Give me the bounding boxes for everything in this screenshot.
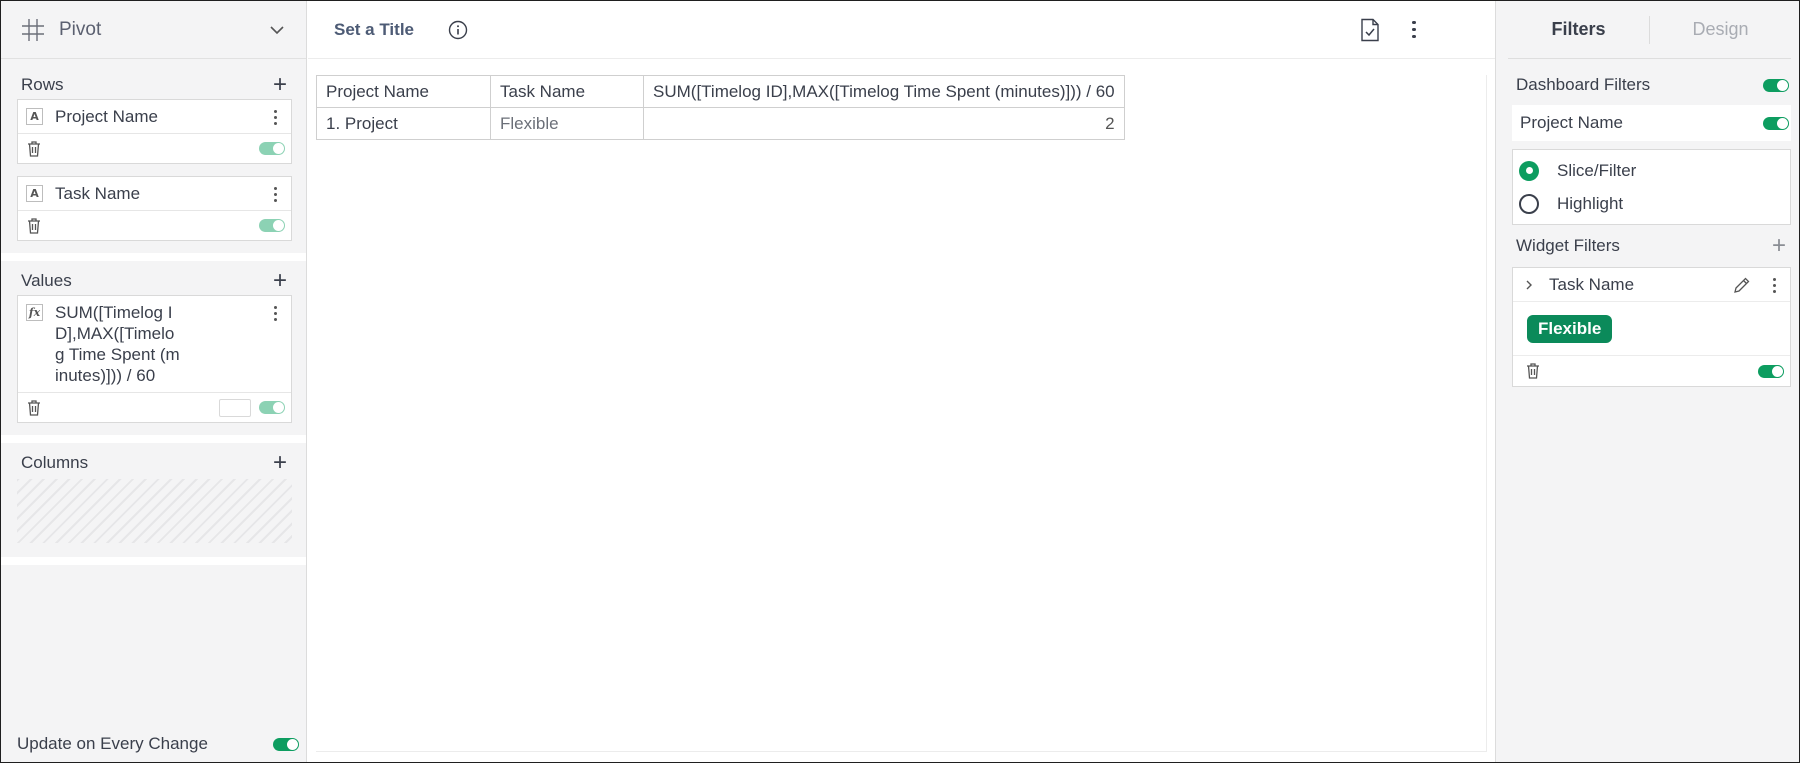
widget-type-label: Pivot: [59, 18, 102, 40]
pivot-table: Project Name Task Name SUM([Timelog ID],…: [316, 75, 1125, 140]
update-on-change-toggle[interactable]: [273, 737, 299, 751]
value-color-picker[interactable]: [219, 398, 251, 417]
table-cell[interactable]: 2: [643, 107, 1125, 140]
columns-drop-zone[interactable]: [17, 479, 292, 543]
row-enable-toggle[interactable]: [259, 219, 285, 232]
dashboard-filters-toggle[interactable]: [1763, 78, 1789, 92]
value-item-label: SUM([Timelog ID],MAX([Timelog Time Spent…: [55, 303, 180, 385]
trash-icon[interactable]: [1525, 362, 1541, 380]
pivot-area: Project Name Task Name SUM([Timelog ID],…: [316, 75, 1487, 752]
table-header-row: Project Name Task Name SUM([Timelog ID],…: [316, 75, 1125, 108]
values-section: Values + fx SUM([Timelog ID],MAX([Timelo…: [1, 261, 306, 443]
columns-section: Columns +: [1, 443, 306, 565]
document-check-icon[interactable]: [1359, 18, 1381, 42]
trash-icon[interactable]: [26, 399, 42, 417]
trash-icon[interactable]: [26, 140, 42, 158]
row-item-label: Project Name: [55, 107, 158, 126]
update-on-change-label: Update on Every Change: [17, 734, 208, 753]
tab-design[interactable]: Design: [1650, 19, 1791, 40]
rows-section: Rows + A Project Name A Task Name: [1, 59, 306, 261]
table-cell[interactable]: Flexible: [490, 107, 644, 140]
column-header[interactable]: Project Name: [316, 75, 491, 108]
radio-button[interactable]: [1519, 193, 1539, 214]
more-options-icon[interactable]: [1766, 277, 1782, 295]
dashboard-filter-project-name: Project Name Slice/Filter Highlight: [1512, 105, 1791, 225]
radio-slice-filter[interactable]: Slice/Filter: [1513, 154, 1790, 187]
widget-canvas: Set a Title Project Name Task Name SUM([…: [308, 1, 1495, 762]
more-options-icon[interactable]: [267, 108, 283, 126]
filter-value-chip[interactable]: Flexible: [1527, 314, 1613, 343]
chevron-right-icon[interactable]: [1523, 279, 1535, 291]
add-row-button[interactable]: +: [268, 73, 292, 97]
more-options-icon[interactable]: [267, 304, 283, 322]
dashboard-filters-label: Dashboard Filters: [1516, 75, 1651, 94]
right-panel: Filters Design Dashboard Filters Project…: [1495, 1, 1799, 762]
widget-filter-task-name: Task Name Flexible: [1512, 267, 1791, 387]
columns-title: Columns: [21, 453, 89, 472]
radio-label: Highlight: [1557, 193, 1624, 213]
radio-highlight[interactable]: Highlight: [1513, 187, 1790, 220]
widget-toolbar: Set a Title: [308, 1, 1495, 59]
add-column-button[interactable]: +: [268, 451, 292, 475]
dashboard-filters-row: Dashboard Filters: [1496, 67, 1799, 103]
dashboard-filter-name: Project Name: [1520, 113, 1623, 132]
more-options-icon[interactable]: [267, 185, 283, 203]
rows-title: Rows: [21, 75, 64, 94]
value-enable-toggle[interactable]: [259, 401, 285, 414]
more-options-icon[interactable]: [1409, 19, 1419, 40]
pencil-icon[interactable]: [1732, 275, 1752, 295]
value-item[interactable]: fx SUM([Timelog ID],MAX([Timelog Time Sp…: [17, 295, 292, 423]
left-panel: Pivot Rows + A Project Name A Task Name …: [1, 1, 307, 762]
widget-title[interactable]: Set a Title: [334, 20, 414, 40]
widget-type-selector[interactable]: Pivot: [1, 1, 306, 59]
chevron-down-icon[interactable]: [268, 21, 286, 39]
values-title: Values: [21, 271, 72, 290]
row-item-task-name[interactable]: A Task Name: [17, 176, 292, 241]
widget-filter-name: Task Name: [1549, 274, 1635, 294]
widget-filter-toggle[interactable]: [1758, 364, 1784, 378]
formula-icon: fx: [26, 304, 43, 321]
column-header[interactable]: Task Name: [490, 75, 644, 108]
section-divider: [1, 253, 306, 261]
add-widget-filter-button[interactable]: +: [1767, 234, 1791, 258]
info-icon[interactable]: [448, 20, 468, 40]
update-on-change-row: Update on Every Change: [17, 734, 299, 754]
row-item-project-name[interactable]: A Project Name: [17, 99, 292, 164]
widget-filters-label: Widget Filters: [1516, 236, 1620, 255]
row-item-label: Task Name: [55, 184, 141, 203]
text-type-icon: A: [26, 185, 43, 202]
grid-icon: [22, 18, 44, 41]
add-value-button[interactable]: +: [268, 269, 292, 293]
section-divider: [1, 435, 306, 443]
widget-filters-row: Widget Filters +: [1496, 225, 1799, 267]
panel-tabs: Filters Design: [1508, 1, 1791, 59]
text-type-icon: A: [26, 108, 43, 125]
column-header[interactable]: SUM([Timelog ID],MAX([Timelog Time Spent…: [643, 75, 1125, 108]
section-divider: [1, 557, 306, 565]
row-enable-toggle[interactable]: [259, 142, 285, 155]
dashboard-filter-toggle[interactable]: [1763, 116, 1789, 130]
trash-icon[interactable]: [26, 217, 42, 235]
table-cell[interactable]: 1. Project: [316, 107, 491, 140]
radio-label: Slice/Filter: [1557, 160, 1637, 180]
filter-mode-group: Slice/Filter Highlight: [1512, 149, 1791, 225]
table-row: 1. Project Flexible 2: [316, 107, 1125, 140]
radio-button-selected[interactable]: [1519, 160, 1539, 181]
tab-filters[interactable]: Filters: [1508, 19, 1649, 40]
